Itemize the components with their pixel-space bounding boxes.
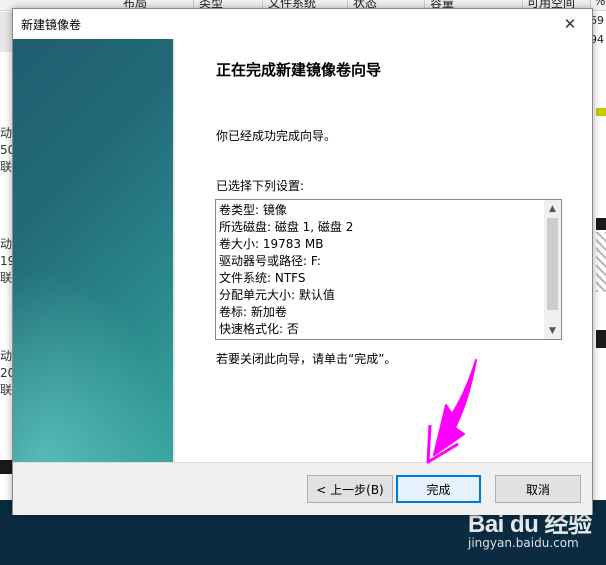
back-button[interactable]: < 上一步(B) bbox=[307, 475, 393, 503]
wizard-intro-text: 你已经成功完成向导。 bbox=[216, 129, 337, 143]
title-bar: 新建镜像卷 ✕ bbox=[13, 9, 592, 39]
wizard-footer: < 上一步(B) 完成 取消 bbox=[13, 462, 592, 515]
setting-item-drive-letter: 驱动器号或路径: F: bbox=[219, 254, 321, 268]
setting-item-volume-size: 卷大小: 19783 MB bbox=[219, 237, 324, 251]
scroll-up-button[interactable]: ▲ bbox=[544, 200, 561, 217]
new-mirrored-volume-wizard: 新建镜像卷 ✕ 正在完成新建镜像卷向导 你已经成功完成向导。 已选择下列设置: … bbox=[12, 8, 593, 515]
window-title: 新建镜像卷 bbox=[21, 18, 82, 32]
setting-item-allocation-unit: 分配单元大小: 默认值 bbox=[219, 288, 335, 302]
disk-bar-unallocated bbox=[596, 232, 606, 292]
scroll-down-button[interactable]: ▼ bbox=[544, 322, 561, 339]
settings-scrollbar[interactable]: ▲ ▼ bbox=[544, 200, 561, 339]
scroll-thumb[interactable] bbox=[547, 218, 558, 310]
cancel-button[interactable]: 取消 bbox=[495, 475, 581, 503]
disk-bar-segment bbox=[596, 108, 606, 116]
wizard-content: 正在完成新建镜像卷向导 你已经成功完成向导。 已选择下列设置: 卷类型: 镜像 … bbox=[13, 39, 592, 462]
setting-item-file-system: 文件系统: NTFS bbox=[219, 271, 306, 285]
disk-label-fragment: 联 bbox=[0, 383, 13, 397]
chevron-up-icon: ▲ bbox=[549, 203, 556, 214]
close-hint-text: 若要关闭此向导，请单击“完成”。 bbox=[216, 352, 397, 366]
column-header-percent[interactable]: % bbox=[594, 0, 605, 8]
banner-highlight bbox=[13, 269, 173, 462]
disk-bar-segment bbox=[596, 330, 606, 348]
legend-swatch bbox=[0, 460, 12, 474]
setting-item-volume-label: 卷标: 新加卷 bbox=[219, 305, 287, 319]
settings-list: 卷类型: 镜像 所选磁盘: 磁盘 1, 磁盘 2 卷大小: 19783 MB 驱… bbox=[216, 200, 544, 338]
finish-button[interactable]: 完成 bbox=[396, 475, 481, 503]
setting-item-quick-format: 快速格式化: 否 bbox=[219, 322, 299, 336]
chevron-down-icon: ▼ bbox=[549, 325, 556, 336]
disk-label-fragment: 联 bbox=[0, 160, 13, 174]
close-icon: ✕ bbox=[563, 15, 577, 33]
disk-label-fragment: 联 bbox=[0, 271, 13, 285]
settings-label: 已选择下列设置: bbox=[216, 179, 305, 193]
disk-bar-segment bbox=[596, 218, 606, 230]
wizard-side-banner bbox=[13, 39, 173, 462]
banner-divider bbox=[173, 39, 175, 462]
watermark-url: jingyan.baidu.com bbox=[468, 536, 579, 550]
setting-item-volume-type: 卷类型: 镜像 bbox=[219, 203, 287, 217]
setting-item-selected-disks: 所选磁盘: 磁盘 1, 磁盘 2 bbox=[219, 220, 354, 234]
close-button[interactable]: ✕ bbox=[548, 9, 592, 39]
settings-summary-box[interactable]: 卷类型: 镜像 所选磁盘: 磁盘 1, 磁盘 2 卷大小: 19783 MB 驱… bbox=[215, 199, 562, 340]
wizard-heading: 正在完成新建镜像卷向导 bbox=[216, 61, 382, 79]
